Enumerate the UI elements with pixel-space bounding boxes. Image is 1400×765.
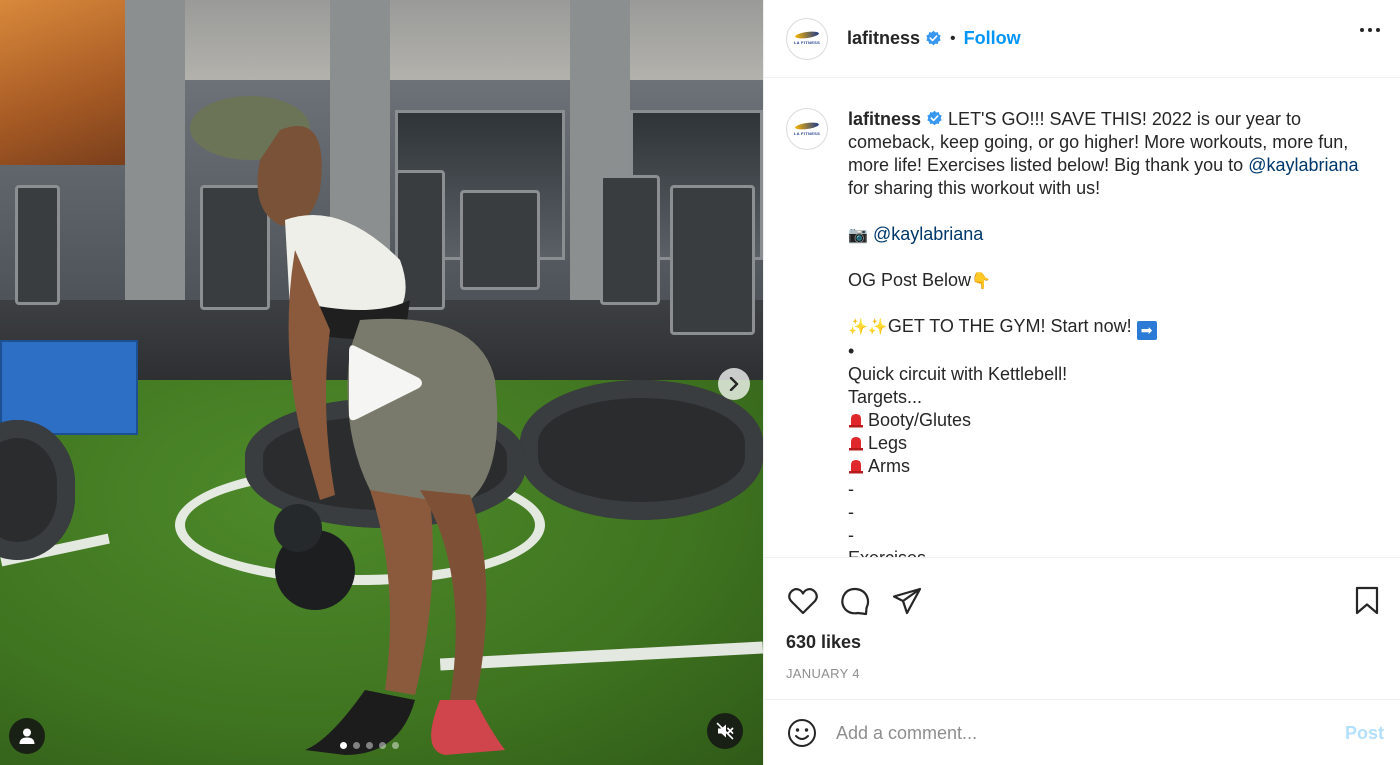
target-item: Arms xyxy=(848,455,1368,478)
camera-icon: 📷 xyxy=(848,225,868,244)
target-item-label: Arms xyxy=(868,456,910,476)
avatar[interactable]: LA FITNESS xyxy=(786,108,828,150)
comment-input[interactable] xyxy=(836,722,1345,744)
caption-intro: lafitness LET'S GO!!! SAVE THIS! 2022 is… xyxy=(848,108,1368,200)
caption-line: Targets... xyxy=(848,387,923,407)
post-date[interactable]: JANUARY 4 xyxy=(764,662,1400,700)
right-arrow-icon: ➡ xyxy=(1136,321,1157,340)
gym-machine xyxy=(670,185,755,335)
likes-count[interactable]: 630 likes xyxy=(764,626,1400,662)
more-options-button[interactable] xyxy=(1360,28,1380,32)
brand-logo-text: LA FITNESS xyxy=(793,130,821,136)
caption-line: OG Post Below👇 xyxy=(848,269,1368,292)
siren-icon xyxy=(849,414,863,428)
caption-line: for sharing this workout with us! xyxy=(848,178,1101,198)
caption-line: ✨✨GET TO THE GYM! Start now! ➡ xyxy=(848,315,1368,340)
header-separator: • xyxy=(950,29,956,47)
tagged-users-button[interactable] xyxy=(9,718,45,754)
heart-icon xyxy=(788,588,818,615)
post-dialog: LA FITNESS lafitness • Follow LA FITNESS… xyxy=(0,0,1400,765)
more-options-icon xyxy=(1360,28,1364,32)
target-item: Booty/Glutes xyxy=(848,409,1368,432)
caption-dash: - xyxy=(848,479,854,499)
gym-line-text: GET TO THE GYM! Start now! xyxy=(887,316,1132,336)
comment-button[interactable] xyxy=(838,584,872,618)
post-comment-button[interactable]: Post xyxy=(1345,723,1384,744)
mention-link[interactable]: @kaylabriana xyxy=(1248,155,1358,175)
share-button[interactable] xyxy=(890,584,924,618)
emoji-picker-button[interactable] xyxy=(786,717,818,749)
siren-icon xyxy=(849,460,863,474)
comment-composer: Post xyxy=(764,700,1400,765)
verified-badge-icon xyxy=(926,30,941,46)
caption-line-partial: Exercises xyxy=(848,548,927,558)
post-media[interactable] xyxy=(0,0,763,765)
verified-badge-icon xyxy=(927,110,942,126)
more-options-dot xyxy=(1376,28,1380,32)
brand-logo-icon xyxy=(794,120,820,131)
gym-machine xyxy=(15,185,60,305)
post-actions xyxy=(764,558,1400,626)
caption-bullet: • xyxy=(848,341,855,361)
like-button[interactable] xyxy=(786,584,820,618)
caption-dash: - xyxy=(848,525,854,545)
carousel-indicators xyxy=(340,742,399,749)
pointing-down-icon: 👇 xyxy=(971,271,991,290)
user-tag-icon xyxy=(19,728,35,744)
brand-logo-text: LA FITNESS xyxy=(793,40,821,45)
paper-plane-icon xyxy=(892,587,922,615)
target-item-label: Booty/Glutes xyxy=(868,410,972,430)
mute-toggle-button[interactable] xyxy=(707,713,743,749)
carousel-dot xyxy=(392,742,399,749)
bookmark-icon xyxy=(1355,586,1379,615)
caption-username[interactable]: lafitness xyxy=(848,109,921,129)
target-item-label: Legs xyxy=(868,433,908,453)
post-header: LA FITNESS lafitness • Follow xyxy=(764,0,1400,78)
carousel-dot xyxy=(340,742,347,749)
siren-icon xyxy=(849,437,863,451)
sparkles-icon: ✨✨ xyxy=(848,317,888,336)
post-author-username[interactable]: lafitness xyxy=(847,28,920,49)
smiley-icon xyxy=(788,719,816,747)
caption-dash: - xyxy=(848,502,854,522)
photo-credit: 📷 @kaylabriana xyxy=(848,223,1368,246)
caption-line: Quick circuit with Kettlebell! xyxy=(848,364,1068,384)
target-item: Legs xyxy=(848,432,1368,455)
mention-link[interactable]: @kaylabriana xyxy=(873,224,983,244)
chevron-right-icon xyxy=(729,377,739,391)
tire xyxy=(520,380,763,520)
avatar[interactable]: LA FITNESS xyxy=(786,17,828,60)
more-options-dot xyxy=(1368,28,1372,32)
caption-scroll-area[interactable]: LA FITNESS lafitness LET'S GO!!! SAVE TH… xyxy=(764,78,1400,558)
follow-button[interactable]: Follow xyxy=(964,28,1021,49)
save-button[interactable] xyxy=(1350,584,1384,618)
carousel-dot xyxy=(379,742,386,749)
play-button[interactable] xyxy=(340,338,430,428)
comment-icon xyxy=(841,587,870,616)
og-post-text: OG Post Below xyxy=(848,270,972,290)
wall-poster xyxy=(0,0,125,165)
brand-logo-icon xyxy=(794,30,820,40)
muted-speaker-icon xyxy=(716,722,734,740)
caption-text: lafitness LET'S GO!!! SAVE THIS! 2022 is… xyxy=(848,108,1368,557)
post-side-panel: LA FITNESS lafitness • Follow LA FITNESS… xyxy=(763,0,1400,765)
gym-machine xyxy=(600,175,660,305)
carousel-next-button[interactable] xyxy=(718,368,750,400)
play-icon xyxy=(349,345,422,421)
carousel-dot xyxy=(353,742,360,749)
carousel-dot xyxy=(366,742,373,749)
